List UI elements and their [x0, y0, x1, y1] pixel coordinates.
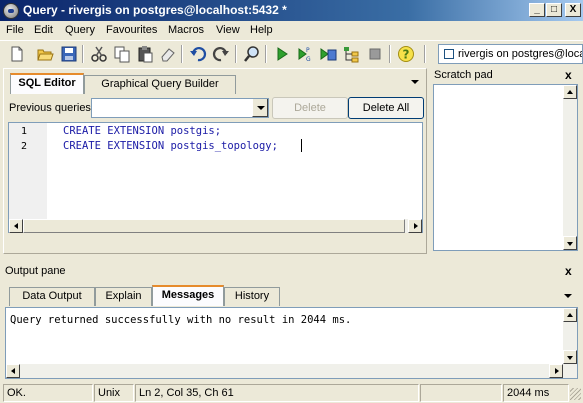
close-button[interactable]: X: [565, 3, 581, 17]
svg-text:P: P: [306, 47, 310, 54]
code-line[interactable]: CREATE EXTENSION postgis;: [63, 125, 221, 137]
scratch-pad-title: Scratch pad: [434, 69, 493, 81]
find-magnifier-icon[interactable]: [243, 45, 261, 63]
status-state: OK.: [3, 384, 93, 402]
status-cursor-position: Ln 2, Col 35, Ch 61: [135, 384, 419, 402]
delete-button[interactable]: Delete: [272, 97, 348, 119]
explain-query-icon[interactable]: [342, 45, 360, 63]
previous-queries-dropdown[interactable]: [91, 98, 269, 118]
scratch-pad-header: Scratch pad x: [431, 68, 581, 83]
menu-bar: File Edit Query Favourites Macros View H…: [0, 21, 583, 40]
toolbar-separator: [235, 45, 237, 63]
menu-file[interactable]: File: [6, 24, 24, 36]
status-line-ending: Unix: [94, 384, 134, 402]
save-icon[interactable]: [60, 45, 78, 63]
menu-edit[interactable]: Edit: [34, 24, 53, 36]
clear-eraser-icon[interactable]: [159, 45, 177, 63]
toolbar-separator: [82, 45, 84, 63]
svg-text:G: G: [306, 56, 311, 63]
window-title: Query - rivergis on postgres@localhost:5…: [23, 3, 287, 17]
line-number-gutter: [9, 123, 47, 220]
sql-editor-pane: SQL Editor Graphical Query Builder Previ…: [3, 68, 427, 254]
toolbar-separator: [389, 45, 391, 63]
connection-selector[interactable]: rivergis on postgres@localhost:5432: [438, 44, 583, 64]
tab-sql-editor[interactable]: SQL Editor: [10, 73, 84, 94]
undo-icon[interactable]: [189, 45, 207, 63]
horizontal-scrollbar[interactable]: [9, 219, 422, 233]
output-pane-title: Output pane: [5, 265, 66, 277]
vertical-scrollbar[interactable]: [563, 85, 577, 250]
menu-favourites[interactable]: Favourites: [106, 24, 157, 36]
menu-macros[interactable]: Macros: [168, 24, 204, 36]
execute-to-file-icon[interactable]: [319, 45, 337, 63]
messages-output[interactable]: Query returned successfully with no resu…: [5, 307, 578, 379]
line-number: 1: [21, 126, 28, 137]
line-number: 2: [21, 141, 28, 152]
redo-icon[interactable]: [212, 45, 230, 63]
status-empty: [420, 384, 502, 402]
toolbar-separator: [424, 45, 426, 63]
delete-all-button[interactable]: Delete All: [348, 97, 424, 119]
output-pane-header: Output pane x: [0, 263, 583, 279]
resize-grip-icon[interactable]: [570, 388, 581, 400]
menu-view[interactable]: View: [216, 24, 240, 36]
toolbar-separator: [181, 45, 183, 63]
cut-icon[interactable]: [90, 45, 108, 63]
toolbar: P G ? rivergis on postgres@localhost:543…: [0, 40, 583, 66]
tab-data-output[interactable]: Data Output: [9, 287, 95, 306]
tab-menu-arrow-icon[interactable]: [564, 294, 572, 298]
execute-query-icon[interactable]: [273, 45, 291, 63]
scroll-down-icon[interactable]: [563, 236, 577, 250]
chevron-down-icon[interactable]: [252, 99, 268, 117]
scratch-pad-pane: Scratch pad x: [431, 68, 581, 254]
previous-queries-label: Previous queries: [9, 102, 91, 114]
scroll-up-icon[interactable]: [563, 85, 577, 99]
connection-label: rivergis on postgres@localhost:5432: [458, 48, 582, 60]
scroll-right-icon[interactable]: [549, 364, 563, 378]
scrollbar-thumb[interactable]: [23, 219, 405, 233]
tab-history[interactable]: History: [224, 287, 280, 306]
scroll-left-icon[interactable]: [9, 219, 23, 233]
status-bar: OK. Unix Ln 2, Col 35, Ch 61 2044 ms: [0, 382, 583, 403]
tab-menu-arrow-icon[interactable]: [411, 80, 419, 84]
scroll-left-icon[interactable]: [6, 364, 20, 378]
menu-query[interactable]: Query: [65, 24, 95, 36]
minimize-button[interactable]: _: [529, 3, 545, 17]
new-icon[interactable]: [8, 45, 26, 63]
execute-pgscript-icon[interactable]: P G: [296, 45, 314, 63]
sql-code-editor[interactable]: 1 2 CREATE EXTENSION postgis; CREATE EXT…: [8, 122, 423, 233]
scroll-down-icon[interactable]: [563, 350, 577, 364]
pane-splitter[interactable]: [0, 258, 583, 261]
help-icon[interactable]: ?: [397, 45, 415, 63]
code-line[interactable]: CREATE EXTENSION postgis_topology;: [63, 140, 278, 152]
menu-help[interactable]: Help: [250, 24, 273, 36]
output-pane: Output pane x Data Output Explain Messag…: [0, 262, 583, 380]
close-icon[interactable]: x: [565, 264, 572, 278]
tab-explain[interactable]: Explain: [95, 287, 152, 306]
toolbar-separator: [265, 45, 267, 63]
pgadmin-elephant-icon: [3, 3, 19, 19]
connection-checkbox[interactable]: [444, 49, 454, 59]
text-cursor: [301, 139, 302, 152]
paste-icon[interactable]: [136, 45, 154, 63]
cancel-query-icon[interactable]: [366, 45, 384, 63]
svg-text:?: ?: [403, 48, 410, 62]
scroll-up-icon[interactable]: [563, 308, 577, 322]
result-message: Query returned successfully with no resu…: [10, 314, 352, 326]
title-bar[interactable]: Query - rivergis on postgres@localhost:5…: [0, 0, 583, 21]
tab-graphical-query-builder[interactable]: Graphical Query Builder: [84, 75, 236, 94]
scratch-pad-textarea[interactable]: [433, 84, 578, 251]
horizontal-scrollbar[interactable]: [6, 364, 563, 378]
scroll-right-icon[interactable]: [408, 219, 422, 233]
tab-messages[interactable]: Messages: [152, 285, 224, 306]
open-folder-icon[interactable]: [36, 45, 54, 63]
status-duration: 2044 ms: [503, 384, 569, 402]
vertical-scrollbar[interactable]: [563, 308, 577, 378]
copy-icon[interactable]: [113, 45, 131, 63]
maximize-button[interactable]: □: [546, 3, 562, 17]
close-icon[interactable]: x: [565, 68, 572, 82]
